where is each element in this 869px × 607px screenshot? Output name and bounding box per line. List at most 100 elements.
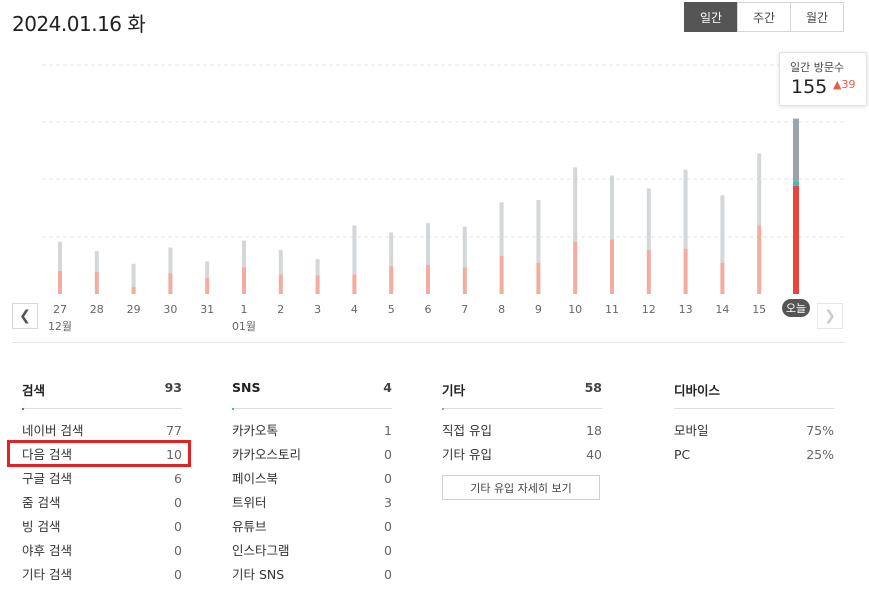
row-value: 1 <box>384 423 392 438</box>
list-item[interactable]: 카카오스토리 0 <box>232 443 392 467</box>
bar-search <box>720 262 725 294</box>
tick-label: 오늘 <box>786 302 806 315</box>
visit-bar-chart: 27 28 29 30 31 1 2 3 4 5 6 7 8 9 10 11 12 13 14 15 오늘12월 01월 <box>42 64 845 333</box>
other-title: 기타 <box>442 383 466 398</box>
search-panel: 검색 93 네이버 검색 77 다음 검색 10 구글 검색 6 줌 검색 0 빙 검색 0… <box>22 380 182 587</box>
bar-search <box>94 271 99 294</box>
tick-label: 6 <box>425 303 432 316</box>
search-rule <box>22 408 182 410</box>
list-item[interactable]: 페이스북 0 <box>232 467 392 491</box>
list-item[interactable]: 야후 검색 0 <box>22 539 182 563</box>
tick-label: 13 <box>679 303 693 316</box>
tick-label: 5 <box>388 303 395 316</box>
bar-other <box>58 241 62 271</box>
bar-search <box>536 262 541 294</box>
list-item[interactable]: 빙 검색 0 <box>22 515 182 539</box>
bar-search <box>352 274 357 294</box>
list-item[interactable]: 트위터 3 <box>232 491 392 515</box>
divider <box>12 342 845 343</box>
row-label: 기타 유입 <box>442 447 492 462</box>
list-item[interactable]: 모바일 75% <box>674 419 834 443</box>
tab-monthly[interactable]: 월간 <box>790 2 844 32</box>
list-item[interactable]: PC 25% <box>674 443 834 467</box>
highlight-box <box>7 440 191 467</box>
row-label: 트위터 <box>232 495 267 510</box>
list-item[interactable]: 인스타그램 0 <box>232 539 392 563</box>
tick-label: 31 <box>200 303 214 316</box>
sns-panel: SNS 4 카카오톡 1 카카오스토리 0 페이스북 0 트위터 3 유튜브 0 인스타그램… <box>232 380 392 587</box>
row-value: 0 <box>174 543 182 558</box>
tick-label: 2 <box>277 303 284 316</box>
bar-other <box>242 240 246 268</box>
tick-label: 15 <box>752 303 766 316</box>
month-label: 12월 <box>48 320 72 333</box>
bar-other <box>131 263 136 288</box>
bar-search <box>278 274 283 294</box>
list-item[interactable]: 기타 SNS 0 <box>232 563 392 587</box>
row-label: PC <box>674 447 691 462</box>
row-label: 기타 SNS <box>232 567 285 582</box>
bar-other <box>94 251 99 272</box>
list-item[interactable]: 기타 검색 0 <box>22 563 182 587</box>
row-label: 페이스북 <box>232 471 279 486</box>
row-label: 유튜브 <box>232 519 267 534</box>
tab-daily[interactable]: 일간 <box>684 2 738 32</box>
bar-search <box>646 249 651 294</box>
row-label: 직접 유입 <box>442 423 492 438</box>
tick-label: 1 <box>241 303 248 316</box>
bar-search <box>315 275 320 294</box>
bar-other <box>389 232 394 267</box>
sns-count: 4 <box>383 380 392 395</box>
bar-other <box>610 175 614 240</box>
tick-label: 12 <box>642 303 656 316</box>
row-value: 25% <box>806 447 834 462</box>
bar-other <box>646 188 651 250</box>
tick-label: 3 <box>314 303 321 316</box>
list-item[interactable]: 직접 유입 18 <box>442 419 602 443</box>
sns-rule <box>232 408 392 410</box>
other-count: 58 <box>584 380 602 395</box>
tick-label: 28 <box>90 303 104 316</box>
row-label: 야후 검색 <box>22 543 72 558</box>
list-item[interactable]: 카카오톡 1 <box>232 419 392 443</box>
bar-other <box>278 249 283 275</box>
bar-other <box>462 226 467 268</box>
tooltip-change-value: 39 <box>841 78 856 91</box>
search-count: 93 <box>164 380 182 395</box>
bar-search <box>683 248 688 294</box>
tick-label: 4 <box>351 303 358 316</box>
row-value: 3 <box>384 495 392 510</box>
row-value: 0 <box>384 567 392 582</box>
prev-day-button[interactable]: ❮ <box>12 303 38 329</box>
list-item[interactable]: 줌 검색 0 <box>22 491 182 515</box>
tick-label: 29 <box>127 303 141 316</box>
chevron-right-icon: ❯ <box>824 308 836 324</box>
row-value: 75% <box>806 423 834 438</box>
bar-other <box>573 167 578 242</box>
row-label: 줌 검색 <box>22 495 61 510</box>
visit-tooltip: 일간 방문수 155 ▲39 <box>779 52 867 106</box>
bar-other <box>499 202 504 256</box>
bar-search <box>573 241 578 294</box>
row-value: 0 <box>384 471 392 486</box>
list-item[interactable]: 구글 검색 6 <box>22 467 182 491</box>
row-label: 기타 검색 <box>22 567 72 582</box>
tick-label: 8 <box>498 303 505 316</box>
bar-search <box>462 267 467 294</box>
next-day-button[interactable]: ❯ <box>817 303 843 329</box>
bar-search <box>168 273 173 294</box>
tab-weekly[interactable]: 주간 <box>737 2 791 32</box>
tooltip-title: 일간 방문수 <box>790 61 845 74</box>
other-detail-button[interactable]: 기타 유입 자세히 보기 <box>442 475 600 500</box>
row-value: 0 <box>174 567 182 582</box>
tick-label: 7 <box>461 303 468 316</box>
bar-other <box>315 259 320 276</box>
list-item[interactable]: 유튜브 0 <box>232 515 392 539</box>
row-label: 인스타그램 <box>232 543 290 558</box>
tick-label: 27 <box>53 303 67 316</box>
tick-label: 30 <box>163 303 177 316</box>
row-value: 18 <box>586 423 602 438</box>
period-tabs: 일간 주간 월간 <box>684 2 844 32</box>
list-item[interactable]: 기타 유입 40 <box>442 443 602 467</box>
bar-other <box>352 225 357 275</box>
